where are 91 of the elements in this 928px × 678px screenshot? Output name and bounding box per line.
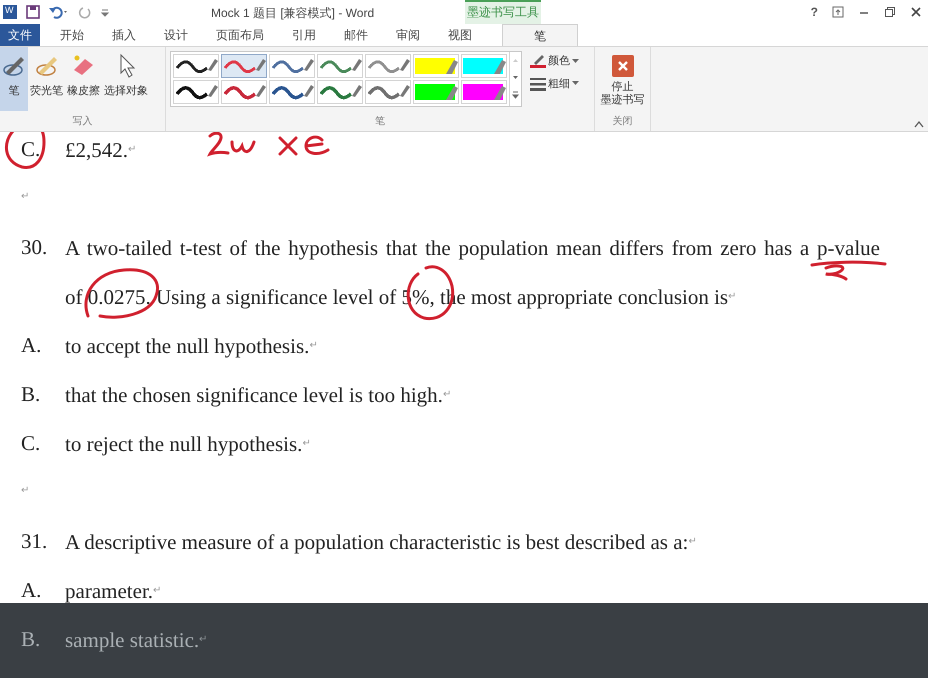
caret-icon: [572, 81, 579, 86]
line-weight-icon: [530, 76, 546, 91]
paragraph-mark: ↵: [128, 142, 136, 156]
pen-swatch[interactable]: [269, 54, 315, 78]
pen-stroke-icon: [318, 82, 362, 102]
pen-swatch[interactable]: [413, 54, 459, 78]
close-icon[interactable]: [910, 6, 922, 18]
highlighter-icon: [414, 56, 458, 76]
pen-stroke-icon: [174, 56, 218, 76]
ribbon-tab[interactable]: 笔: [502, 24, 578, 46]
tool-button[interactable]: 荧光笔: [28, 47, 65, 111]
pen-stroke-icon: [174, 82, 218, 102]
paragraph-mark: ↵: [153, 584, 162, 598]
ribbon-tab[interactable]: 页面布局: [202, 24, 278, 46]
contextual-tab-group: 墨迹书写工具: [465, 0, 541, 24]
help-button[interactable]: ?: [810, 3, 818, 21]
highlighter-icon: [462, 82, 506, 102]
paragraph-mark: ↵: [199, 632, 208, 646]
option-text: to accept the null hypothesis.: [65, 334, 310, 358]
app-icon-letter: W: [5, 5, 14, 15]
option-letter: A.: [21, 333, 42, 357]
pen-swatch[interactable]: [221, 54, 267, 78]
paragraph-mark: ↵: [21, 485, 29, 496]
option-text: sample statistic.: [65, 628, 200, 652]
ribbon-tab[interactable]: 审阅: [382, 24, 434, 46]
option-letter: B.: [21, 382, 40, 406]
ribbon-tab[interactable]: 视图: [434, 24, 486, 46]
highlighter-icon: [462, 56, 506, 76]
ink-circle-drawing: [4, 132, 46, 169]
paragraph-mark: ↵: [728, 290, 736, 304]
option-text: to reject the null hypothesis.: [65, 432, 302, 456]
option-text: parameter.: [65, 578, 154, 602]
pen-swatch[interactable]: [173, 54, 219, 78]
stop-inking-button[interactable]: 停止 墨迹书写: [595, 47, 650, 107]
pen-swatch[interactable]: [461, 54, 507, 78]
group-label: 写入: [72, 115, 94, 129]
pen-stroke-icon: [318, 56, 362, 76]
save-icon[interactable]: [26, 5, 40, 19]
paragraph-mark: ↵: [302, 436, 310, 450]
question-text: A descriptive measure of a population characteristic is best described as a:: [65, 530, 688, 554]
ribbon-display-icon[interactable]: [832, 6, 844, 18]
pen-stroke-icon: [270, 56, 314, 76]
question-number: 30.: [21, 235, 48, 259]
pen-swatch[interactable]: [461, 80, 507, 104]
pen-stroke-icon: [270, 82, 314, 102]
option-text: that the chosen significance level is too high.: [65, 382, 443, 406]
ribbon-tab[interactable]: 邮件: [330, 24, 382, 46]
pen-stroke-icon: [366, 82, 410, 102]
question-number: 31.: [21, 529, 48, 553]
pen-swatch[interactable]: [365, 80, 411, 104]
thickness-button[interactable]: 粗细: [530, 76, 579, 92]
option-letter: C.: [21, 137, 40, 161]
paragraph-mark: ↵: [688, 534, 696, 548]
option-letter: C.: [21, 431, 40, 455]
ribbon-tab[interactable]: 设计: [150, 24, 202, 46]
ribbon-tab[interactable]: 文件: [0, 24, 40, 46]
word-icon[interactable]: [2, 4, 18, 20]
paragraph-mark: ↵: [309, 338, 318, 352]
close-icon: [612, 55, 634, 77]
pen-swatch[interactable]: [173, 80, 219, 104]
pen-swatch[interactable]: [317, 54, 363, 78]
option-letter: B.: [21, 627, 40, 651]
color-button[interactable]: 颜色: [530, 53, 579, 70]
pen-swatch[interactable]: [413, 80, 459, 104]
tool-button[interactable]: 选择对象: [102, 47, 150, 111]
pen-stroke-icon: [222, 56, 266, 76]
ribbon-tab[interactable]: 开始: [46, 24, 98, 46]
ribbon-tab[interactable]: 插入: [98, 24, 150, 46]
tool-button[interactable]: 笔: [0, 47, 28, 111]
paragraph-mark: ↵: [21, 191, 29, 202]
restore-icon[interactable]: [884, 6, 896, 18]
option-text: £2,542.: [65, 138, 128, 162]
question-text: A two-tailed t-test of the hypothesis that the population mean differs from zero has a p-value: [65, 236, 880, 260]
option-letter: A.: [21, 578, 42, 602]
pen-swatch[interactable]: [365, 54, 411, 78]
group-label: 关闭: [612, 115, 634, 129]
tool-button[interactable]: 橡皮擦: [65, 47, 102, 111]
pen-swatch[interactable]: [317, 80, 363, 104]
pen-swatch[interactable]: [269, 80, 315, 104]
pen-swatch[interactable]: [221, 80, 267, 104]
pen-color-icon: [530, 54, 546, 68]
paragraph-mark: ↵: [442, 388, 451, 402]
collapse-ribbon-icon[interactable]: [914, 120, 924, 128]
pen-stroke-icon: [222, 82, 266, 102]
ribbon-tab[interactable]: 引用: [278, 24, 330, 46]
pen-stroke-icon: [366, 56, 410, 76]
undo-icon[interactable]: [48, 5, 70, 19]
highlighter-icon: [414, 82, 458, 102]
window-title: Mock 1 题目 [兼容模式] - Word: [211, 5, 374, 22]
caret-icon: [572, 58, 579, 64]
group-label: 笔: [374, 115, 386, 129]
